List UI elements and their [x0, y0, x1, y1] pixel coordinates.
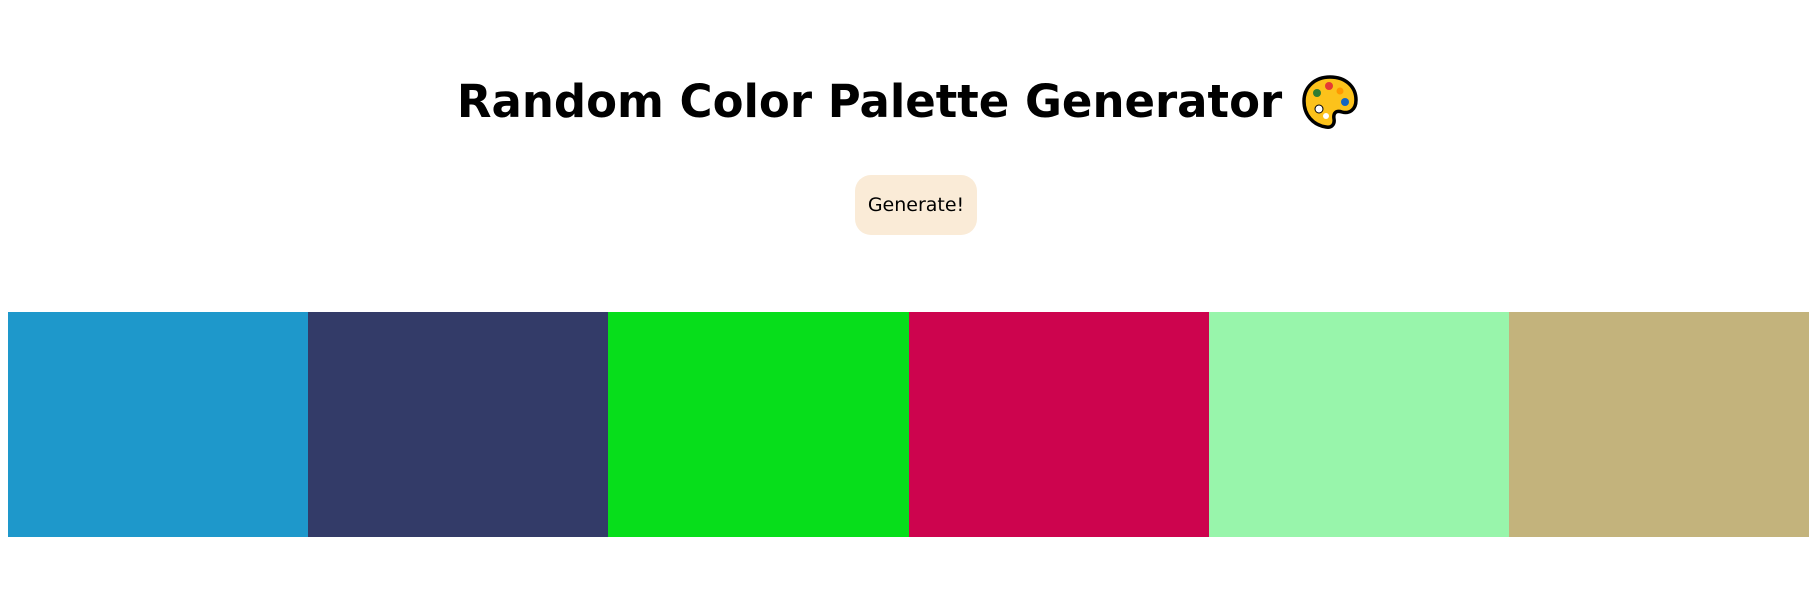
color-swatch-5: [1208, 312, 1509, 537]
color-palette: [8, 312, 1810, 537]
title-row: Random Color Palette Generator: [0, 72, 1817, 132]
color-swatch-6: [1508, 312, 1810, 537]
page-title: Random Color Palette Generator: [456, 75, 1283, 128]
page: Random Color Palette Generator Generate!: [0, 0, 1817, 603]
color-swatch-4: [908, 312, 1209, 537]
color-swatch-1: [8, 312, 309, 537]
artist-palette-icon: [1300, 72, 1360, 132]
generate-button[interactable]: Generate!: [855, 175, 977, 235]
color-swatch-2: [308, 312, 609, 537]
color-swatch-3: [608, 312, 909, 537]
